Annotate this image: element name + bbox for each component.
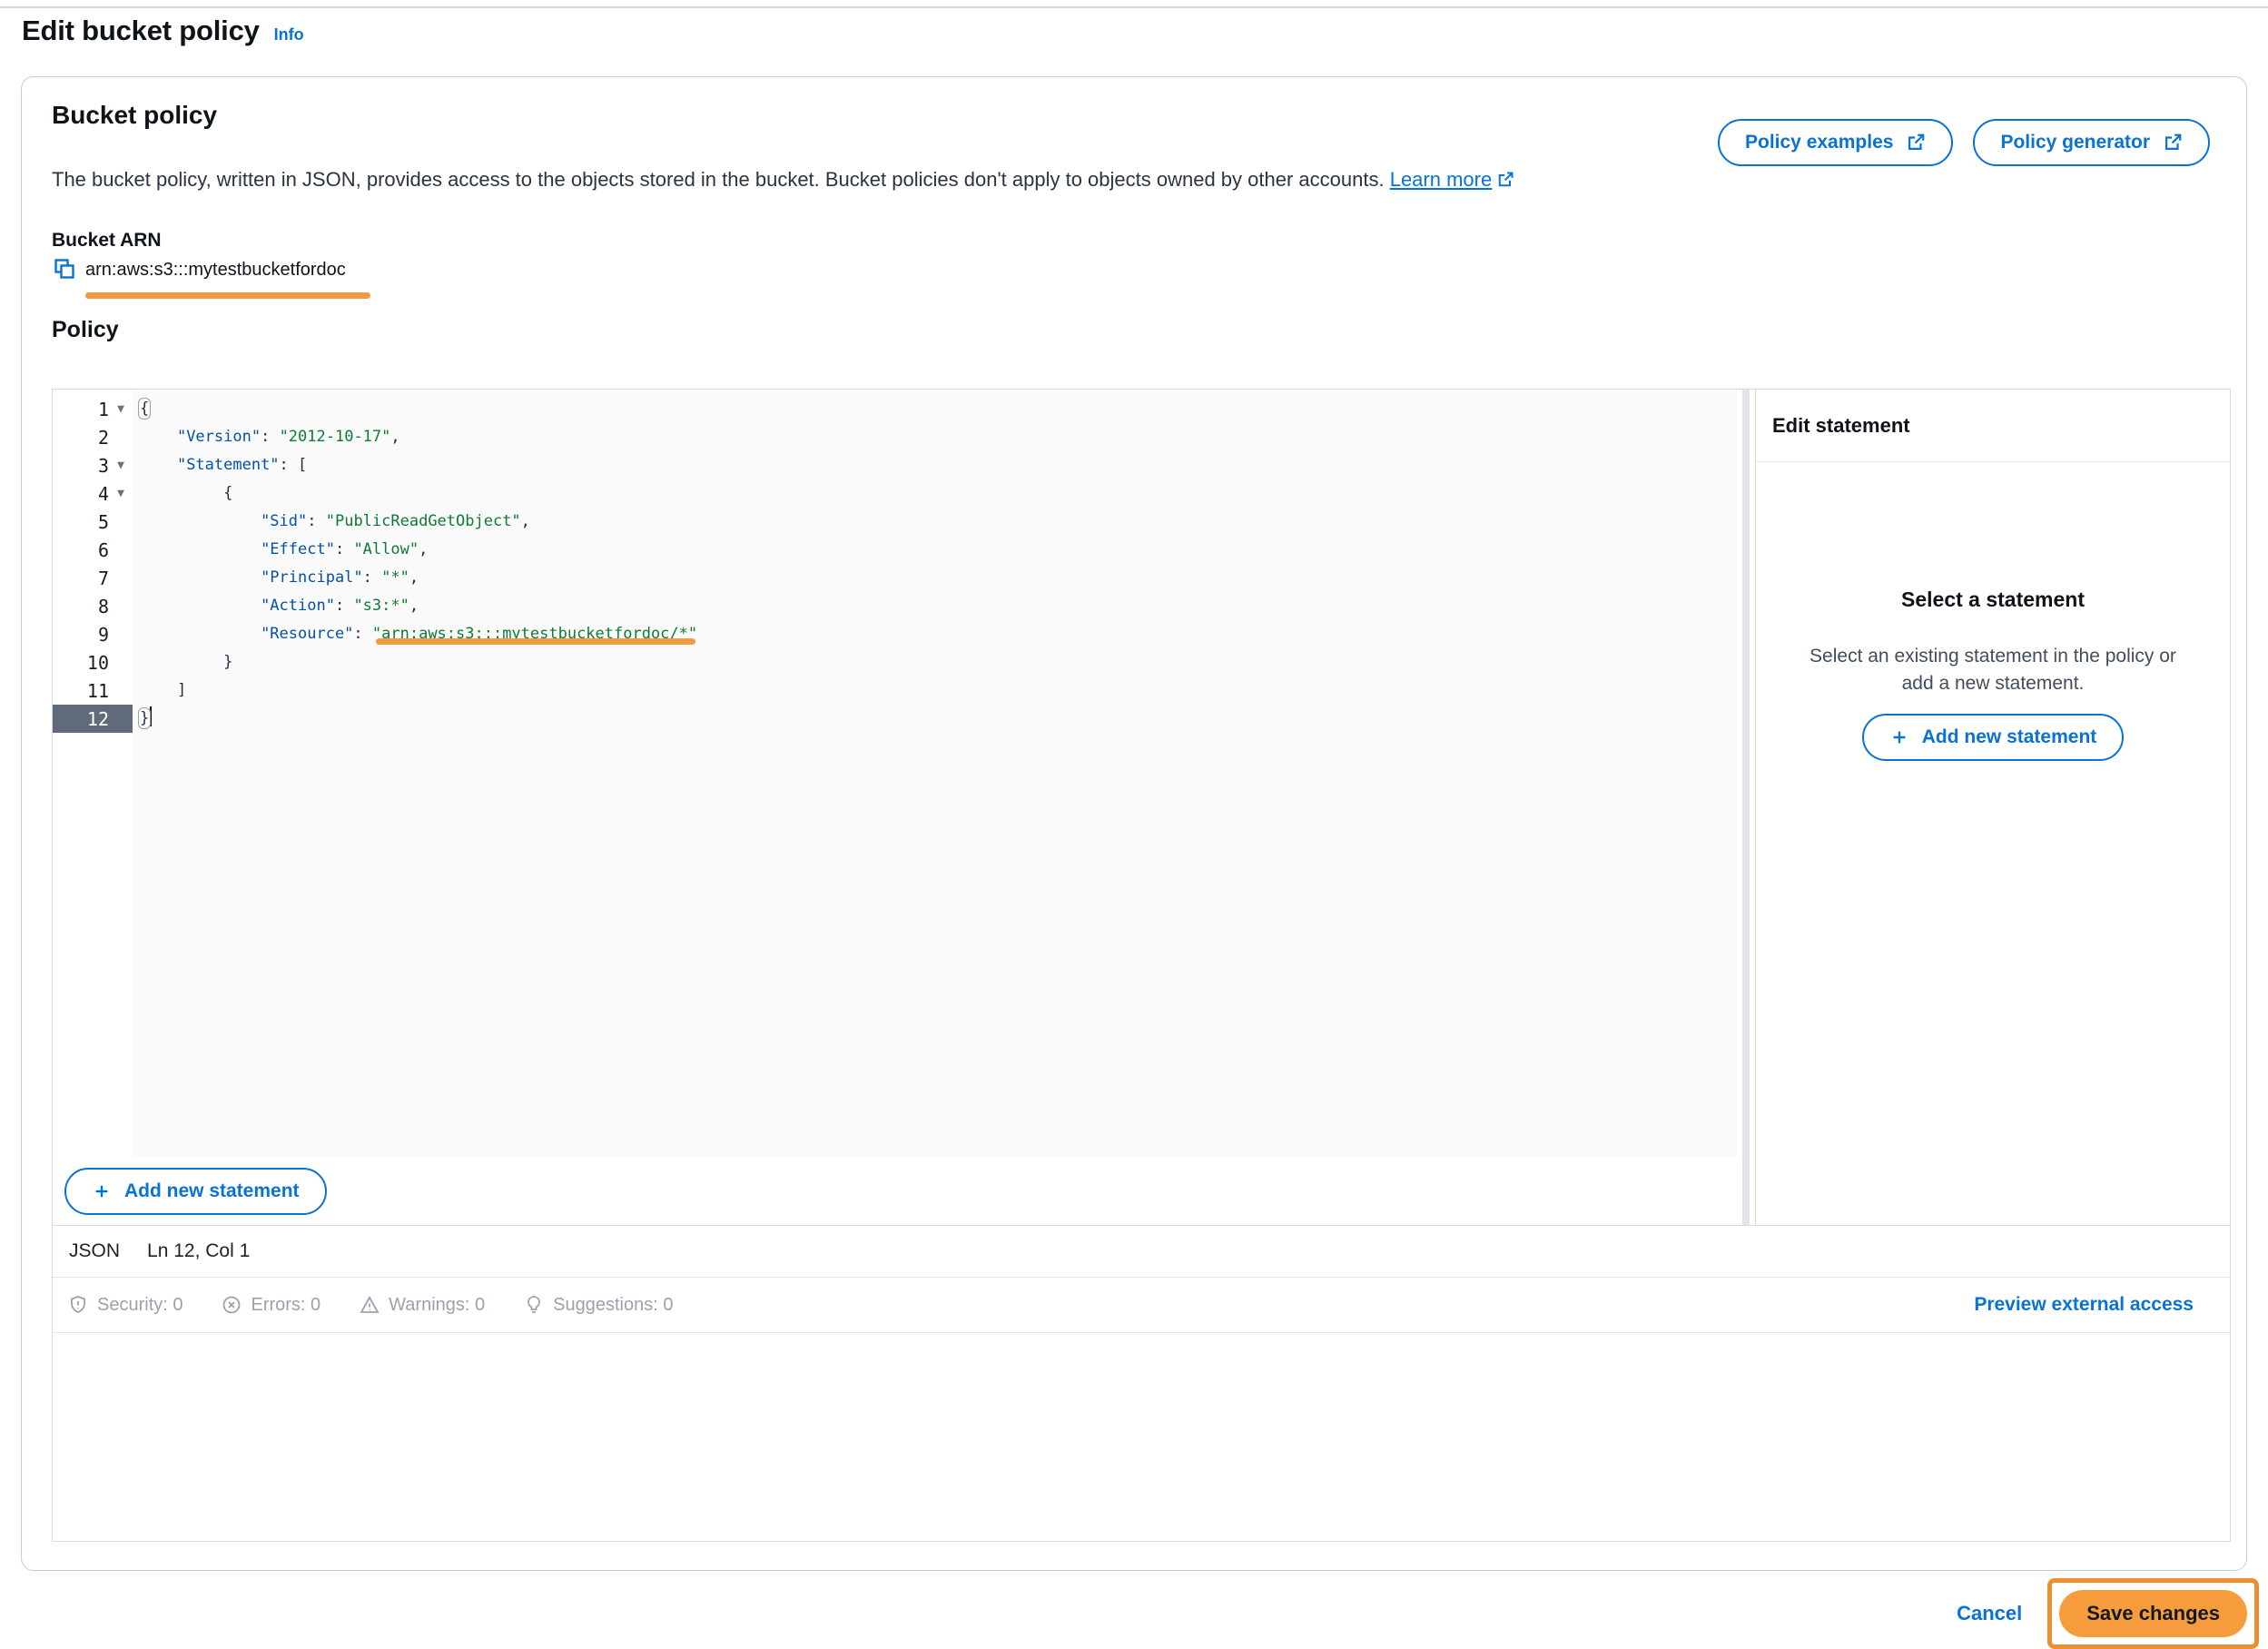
info-link[interactable]: Info <box>274 25 304 44</box>
security-issue-item[interactable]: Security: 0 <box>67 1294 182 1316</box>
editor-status-bar: JSON Ln 12, Col 1 <box>53 1225 2230 1277</box>
warnings-icon <box>359 1294 380 1316</box>
gutter-line-4[interactable]: 4▼ <box>53 479 133 508</box>
splitter-handle[interactable] <box>1742 390 1750 1225</box>
add-new-statement-button-panel[interactable]: Add new statement <box>1862 714 2125 761</box>
gutter-line-1[interactable]: 1▼ <box>53 395 133 423</box>
suggestions-icon <box>523 1294 545 1316</box>
add-statement-label: Add new statement <box>1922 726 2097 748</box>
status-language: JSON <box>69 1240 120 1262</box>
security-icon <box>67 1294 89 1316</box>
add-statement-label: Add new statement <box>124 1180 300 1202</box>
top-divider <box>0 6 2268 8</box>
plus-icon <box>1889 727 1909 747</box>
footer-actions: Cancel Save changes <box>1957 1578 2259 1649</box>
bucket-arn-label: Bucket ARN <box>52 230 162 252</box>
save-changes-button[interactable]: Save changes <box>2059 1590 2247 1637</box>
edit-statement-header: Edit statement <box>1756 390 2230 462</box>
card-description: The bucket policy, written in JSON, prov… <box>52 168 1514 194</box>
policy-generator-label: Policy generator <box>2000 132 2150 153</box>
warnings-issue-item[interactable]: Warnings: 0 <box>359 1294 485 1316</box>
editor-main: 1▼23▼4▼56789101112 { "Version": "2012-10… <box>53 390 2230 1225</box>
edit-statement-body: Select a statement Select an existing st… <box>1756 462 2230 1225</box>
learn-more-link[interactable]: Learn more <box>1390 168 1493 191</box>
status-cursor-position: Ln 12, Col 1 <box>147 1240 250 1262</box>
code-line-5[interactable]: "Sid": "PublicReadGetObject", <box>140 508 1737 536</box>
code-line-9[interactable]: "Resource": "arn:aws:s3:::mytestbucketfo… <box>140 620 1737 648</box>
external-link-icon <box>1496 171 1514 194</box>
add-new-statement-button-bottom[interactable]: Add new statement <box>64 1168 327 1215</box>
gutter-line-10[interactable]: 10 <box>53 648 133 676</box>
copy-arn-button[interactable] <box>53 257 76 283</box>
copy-icon <box>53 257 76 283</box>
errors-issue-item[interactable]: Errors: 0 <box>221 1294 320 1316</box>
policy-editor: 1▼23▼4▼56789101112 { "Version": "2012-10… <box>52 389 2231 1542</box>
text-cursor <box>150 706 152 726</box>
policy-section-label: Policy <box>52 317 119 343</box>
select-statement-text-line1: Select an existing statement in the poli… <box>1756 643 2230 670</box>
gutter-line-7[interactable]: 7 <box>53 564 133 592</box>
card-title: Bucket policy <box>52 101 217 130</box>
arn-annotation-underline <box>85 292 370 299</box>
policy-examples-label: Policy examples <box>1745 132 1893 153</box>
policy-generator-button[interactable]: Policy generator <box>1973 119 2210 166</box>
gutter-line-2[interactable]: 2 <box>53 423 133 451</box>
bucket-policy-card: Bucket policy Policy examples Policy gen… <box>21 76 2247 1571</box>
gutter-line-8[interactable]: 8 <box>53 592 133 620</box>
gutter-line-3[interactable]: 3▼ <box>53 451 133 479</box>
issue-label: Errors: 0 <box>251 1295 320 1316</box>
fold-arrow-icon[interactable]: ▼ <box>109 402 133 416</box>
edit-statement-panel: Edit statement Select a statement Select… <box>1755 390 2230 1225</box>
code-line-3[interactable]: "Statement": [ <box>140 451 1737 479</box>
cancel-button[interactable]: Cancel <box>1957 1602 2022 1625</box>
code-scroll-area: 1▼23▼4▼56789101112 { "Version": "2012-10… <box>53 390 1737 1157</box>
editor-issues-bar: Security: 0 Errors: 0 Warnings: 0 Suggestio… <box>53 1277 2230 1333</box>
editor-add-statement-row: Add new statement <box>53 1157 1737 1225</box>
card-header-actions: Policy examples Policy generator <box>1718 119 2210 166</box>
save-annotation-box: Save changes <box>2047 1578 2259 1649</box>
editor-splitter-column <box>1737 390 1755 1225</box>
code-line-1[interactable]: { <box>140 395 1737 423</box>
plus-icon <box>92 1181 112 1201</box>
description-text: The bucket policy, written in JSON, prov… <box>52 168 1385 191</box>
select-statement-text-line2: add a new statement. <box>1756 670 2230 697</box>
issue-label: Suggestions: 0 <box>553 1295 673 1316</box>
gutter-line-12[interactable]: 12 <box>53 705 133 733</box>
bucket-arn-row: arn:aws:s3:::mytestbucketfordoc <box>53 257 346 283</box>
gutter-line-9[interactable]: 9 <box>53 620 133 648</box>
gutter-line-11[interactable]: 11 <box>53 676 133 705</box>
preview-external-access-link[interactable]: Preview external access <box>1974 1294 2194 1316</box>
code-line-2[interactable]: "Version": "2012-10-17", <box>140 423 1737 451</box>
external-link-icon <box>2163 133 2183 153</box>
page-title: Edit bucket policy <box>22 15 260 47</box>
fold-arrow-icon[interactable]: ▼ <box>109 487 133 500</box>
fold-arrow-icon[interactable]: ▼ <box>109 459 133 472</box>
issue-label: Security: 0 <box>97 1295 182 1316</box>
code-line-4[interactable]: { <box>140 479 1737 508</box>
external-link-icon <box>1906 133 1926 153</box>
gutter-line-6[interactable]: 6 <box>53 536 133 564</box>
suggestions-issue-item[interactable]: Suggestions: 0 <box>523 1294 673 1316</box>
code-line-6[interactable]: "Effect": "Allow", <box>140 536 1737 564</box>
code-line-10[interactable]: } <box>140 648 1737 676</box>
select-statement-title: Select a statement <box>1756 588 2230 612</box>
edit-bucket-policy-page: Edit bucket policy Info Bucket policy Po… <box>0 0 2268 1649</box>
code-line-8[interactable]: "Action": "s3:*", <box>140 592 1737 620</box>
policy-examples-button[interactable]: Policy examples <box>1718 119 1953 166</box>
editor-left-column: 1▼23▼4▼56789101112 { "Version": "2012-10… <box>53 390 1737 1225</box>
issue-label: Warnings: 0 <box>389 1295 485 1316</box>
code-line-7[interactable]: "Principal": "*", <box>140 564 1737 592</box>
editor-gutter: 1▼23▼4▼56789101112 <box>53 390 133 1157</box>
errors-icon <box>221 1294 242 1316</box>
bucket-arn-value: arn:aws:s3:::mytestbucketfordoc <box>85 260 346 281</box>
code-line-12[interactable]: } <box>140 705 1737 733</box>
gutter-line-5[interactable]: 5 <box>53 508 133 536</box>
page-header: Edit bucket policy Info <box>22 15 304 47</box>
code-line-11[interactable]: ] <box>140 676 1737 705</box>
editor-code[interactable]: { "Version": "2012-10-17", "Statement": … <box>133 390 1737 1157</box>
select-statement-text: Select an existing statement in the poli… <box>1756 643 2230 697</box>
